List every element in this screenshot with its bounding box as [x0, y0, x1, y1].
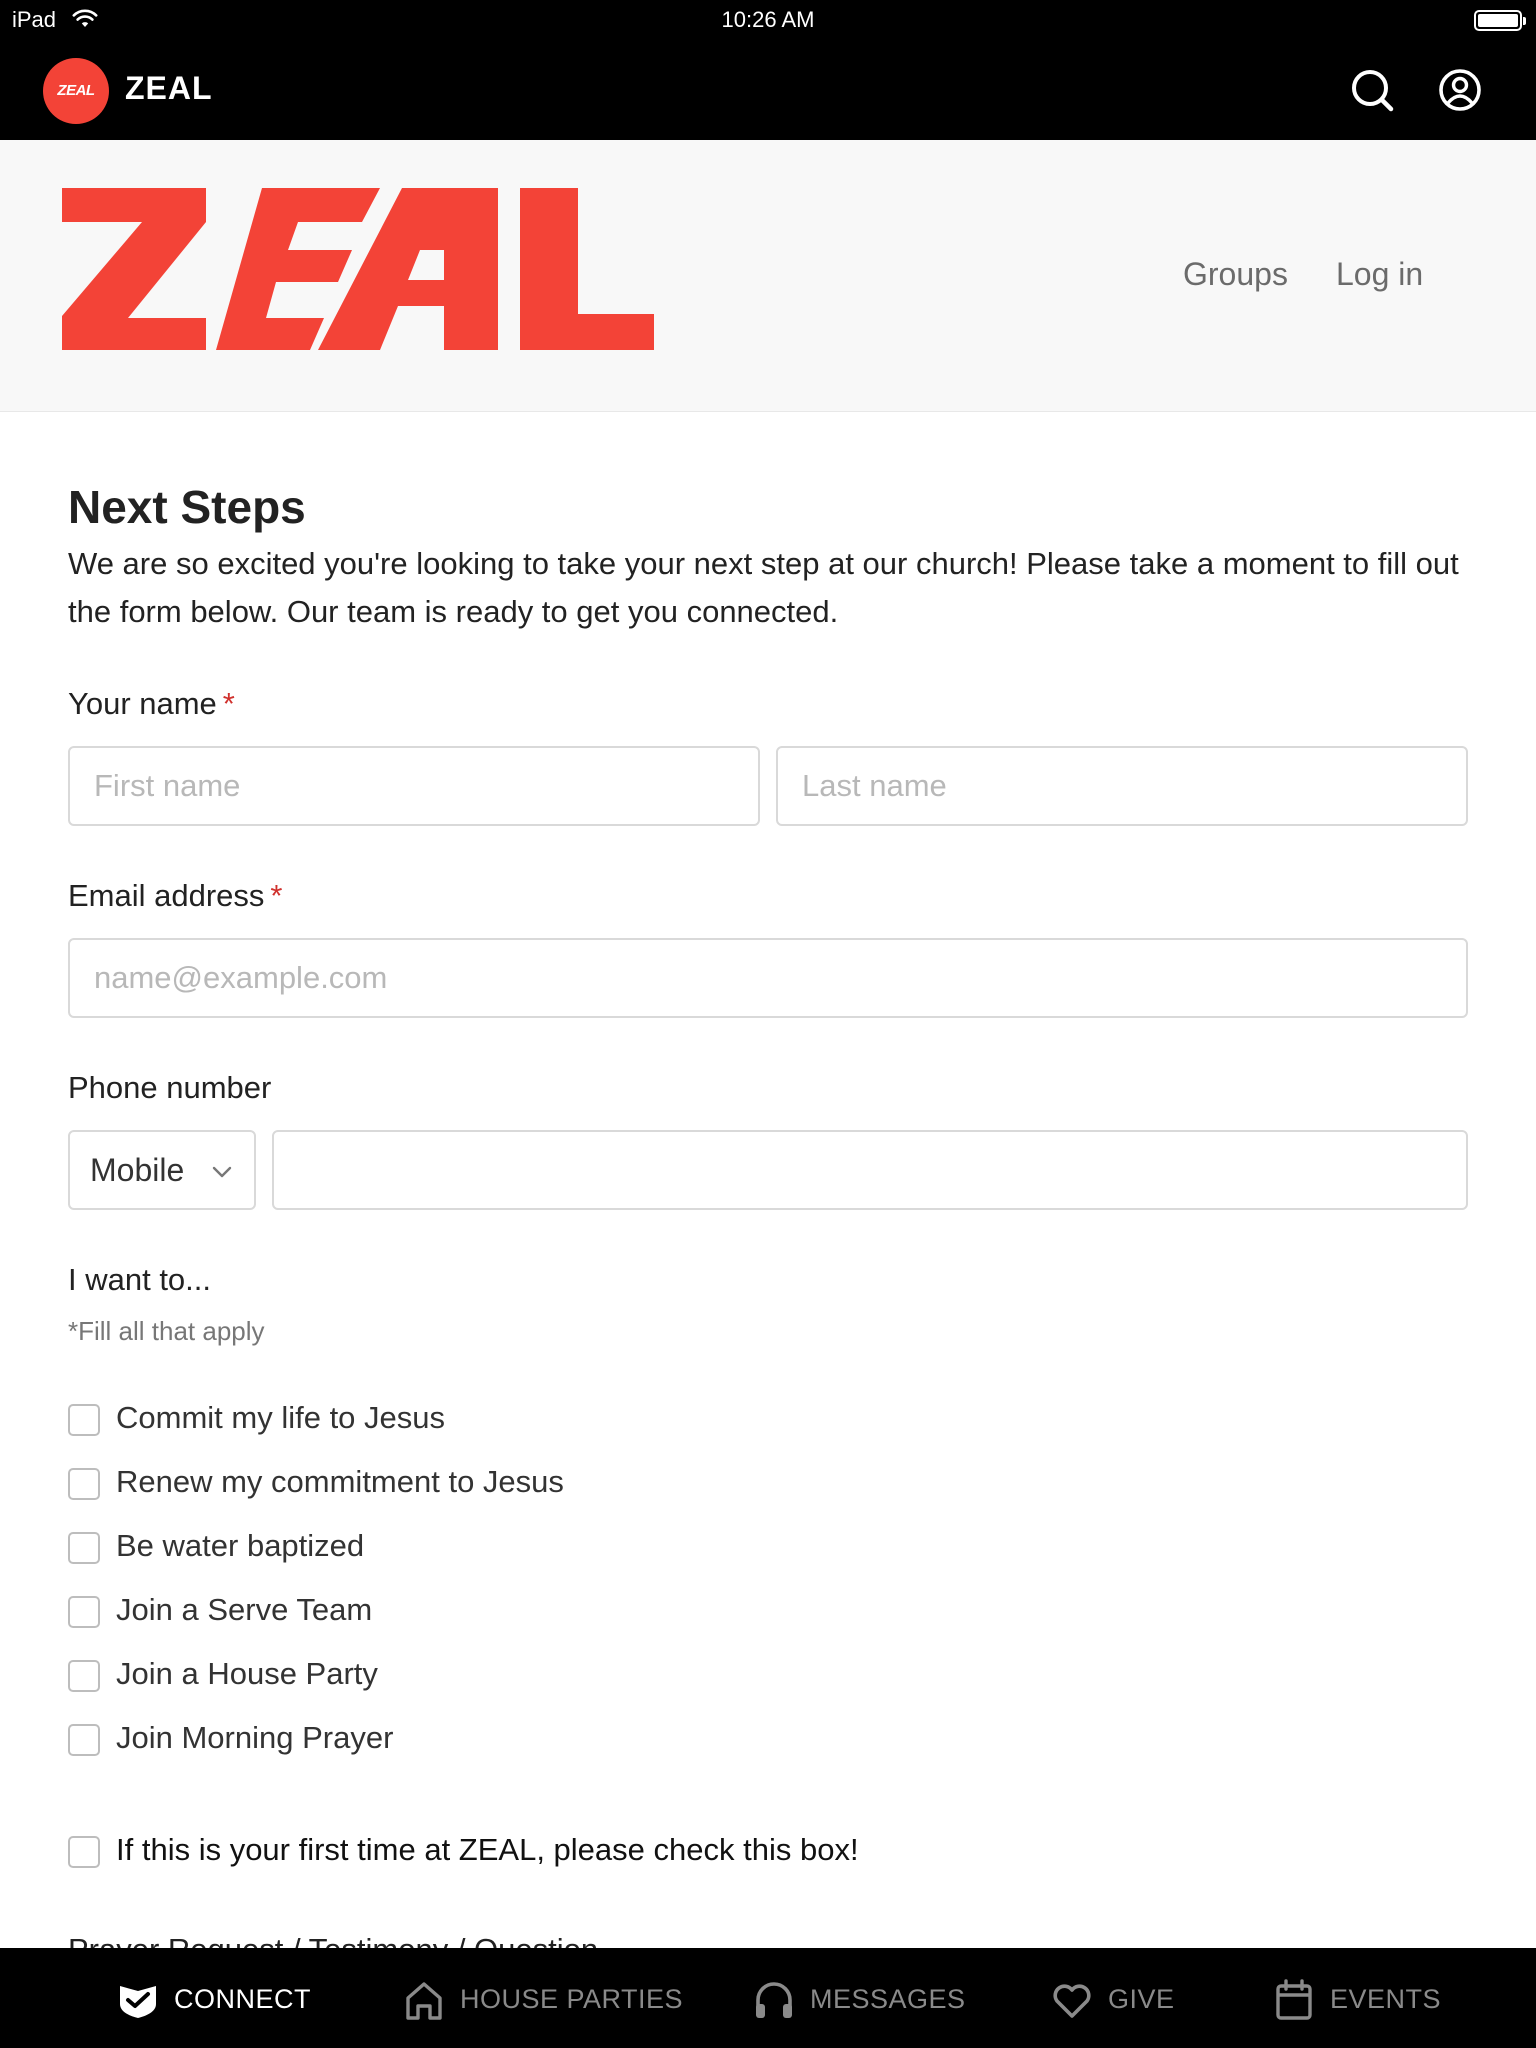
email-field[interactable]: [68, 938, 1468, 1018]
nav-groups-link[interactable]: Groups: [1183, 256, 1288, 293]
page-title: Next Steps: [68, 481, 306, 533]
first-name-input[interactable]: [68, 746, 760, 826]
chevron-down-icon: [212, 1166, 232, 1178]
want-to-title: I want to...: [68, 1262, 212, 1297]
connect-shield-icon: [120, 1986, 156, 2018]
zeal-logo[interactable]: ZEAL: [62, 188, 654, 350]
checkbox[interactable]: [68, 1404, 100, 1436]
status-time: 10:26 AM: [721, 7, 815, 32]
status-bar: iPad 10:26 AM: [0, 0, 1536, 40]
calendar-icon: [1276, 1979, 1312, 2020]
phone-type-select[interactable]: Mobile: [68, 1130, 256, 1210]
tab-bar: CONNECT HOUSE PARTIES MESSAGES GIVE EVEN…: [0, 1948, 1536, 2048]
required-marker: *: [270, 878, 283, 913]
checkbox-label: Be water baptized: [116, 1528, 365, 1563]
heart-icon: [1053, 1984, 1091, 2018]
email-label: Email address *: [68, 878, 283, 914]
nav-login-link[interactable]: Log in: [1336, 256, 1423, 293]
phone-type-value: Mobile: [90, 1152, 185, 1188]
required-marker: *: [222, 686, 235, 721]
checkbox[interactable]: [68, 1724, 100, 1756]
home-icon: [406, 1982, 442, 2020]
tab-label: EVENTS: [1330, 1984, 1442, 2014]
search-icon[interactable]: [1349, 67, 1395, 113]
tab-label: HOUSE PARTIES: [460, 1984, 684, 2014]
tab-label: GIVE: [1108, 1984, 1175, 2014]
checkbox[interactable]: [68, 1468, 100, 1500]
site-header: ZEAL Groups Log in: [0, 140, 1536, 412]
checkbox-label: Renew my commitment to Jesus: [116, 1464, 564, 1499]
checkbox-label: Join Morning Prayer: [116, 1720, 394, 1755]
app-header: ZEAL ZEAL: [0, 40, 1536, 140]
checkbox[interactable]: [68, 1660, 100, 1692]
last-name-input[interactable]: [776, 746, 1468, 826]
battery-icon: [1474, 10, 1526, 31]
checkbox[interactable]: [68, 1532, 100, 1564]
first-time-label: If this is your first time at ZEAL, plea…: [116, 1832, 859, 1867]
page-intro: We are so excited you're looking to take…: [68, 546, 1459, 629]
name-label: Your name *: [68, 686, 235, 722]
want-to-hint: *Fill all that apply: [68, 1316, 265, 1346]
tab-house-parties[interactable]: HOUSE PARTIES: [400, 1948, 683, 2048]
checkbox-label: Join a Serve Team: [116, 1592, 373, 1627]
name-label-text: Your name: [68, 686, 217, 721]
tab-give[interactable]: GIVE: [1048, 1948, 1178, 2048]
checkbox[interactable]: [68, 1596, 100, 1628]
app-title: ZEAL: [125, 70, 213, 106]
checkbox[interactable]: [68, 1836, 100, 1868]
checkbox-label: Join a House Party: [116, 1656, 378, 1691]
account-circle-icon[interactable]: [1437, 67, 1483, 113]
headphones-icon: [756, 1982, 792, 2018]
app-logo-badge[interactable]: ZEAL: [43, 58, 109, 124]
phone-label: Phone number: [68, 1070, 272, 1105]
tab-messages[interactable]: MESSAGES: [748, 1948, 965, 2048]
checkbox-label: Commit my life to Jesus: [116, 1400, 446, 1435]
tab-connect[interactable]: CONNECT: [112, 1948, 322, 2048]
tab-label: CONNECT: [174, 1984, 311, 2014]
email-label-text: Email address: [68, 878, 265, 913]
phone-number-input[interactable]: [272, 1130, 1468, 1210]
tab-label: MESSAGES: [810, 1984, 966, 2014]
tab-events[interactable]: EVENTS: [1270, 1948, 1442, 2048]
